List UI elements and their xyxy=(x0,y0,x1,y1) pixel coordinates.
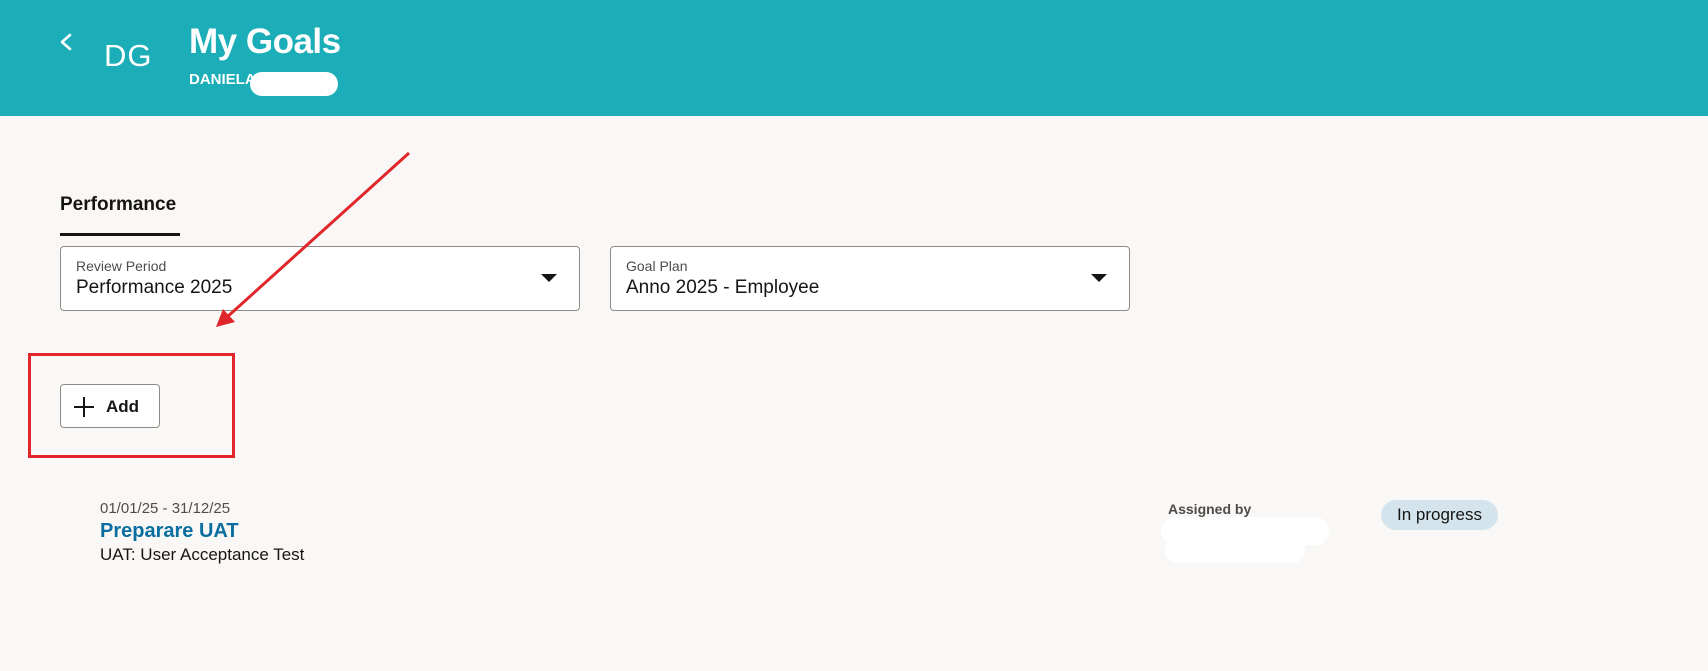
goal-description: UAT: User Acceptance Test xyxy=(100,545,305,564)
goal-dates: 01/01/25 - 31/12/25 xyxy=(100,500,231,517)
review-period-select[interactable]: Review Period Performance 2025 xyxy=(60,246,580,311)
goal-plan-select[interactable]: Goal Plan Anno 2025 - Employee xyxy=(610,246,1130,311)
page-header: DG My Goals DANIELA xyxy=(0,0,1708,116)
goal-name-link[interactable]: Preparare UAT xyxy=(100,519,239,544)
page-title: My Goals xyxy=(189,22,341,61)
tab-performance[interactable]: Performance xyxy=(60,190,180,236)
chevron-down-icon xyxy=(1091,274,1107,282)
chevron-left-icon xyxy=(60,33,72,51)
goal-plan-label: Goal Plan xyxy=(626,258,688,274)
user-name: DANIELA xyxy=(189,71,256,88)
redaction-mark xyxy=(1165,539,1305,563)
status-badge: In progress xyxy=(1381,500,1498,530)
assigned-by-label: Assigned by xyxy=(1168,501,1252,517)
review-period-label: Review Period xyxy=(76,258,167,274)
review-period-value: Performance 2025 xyxy=(76,277,233,298)
goal-plan-value: Anno 2025 - Employee xyxy=(626,277,820,298)
assigned-by-value xyxy=(1157,517,1329,567)
redaction-mark xyxy=(250,72,338,96)
tab-label: Performance xyxy=(60,194,177,215)
avatar: DG xyxy=(104,38,153,73)
chevron-down-icon xyxy=(541,274,557,282)
add-goal-button[interactable]: Add xyxy=(60,384,160,428)
plus-icon xyxy=(74,397,94,417)
back-button[interactable] xyxy=(52,26,80,58)
add-button-label: Add xyxy=(106,397,140,416)
